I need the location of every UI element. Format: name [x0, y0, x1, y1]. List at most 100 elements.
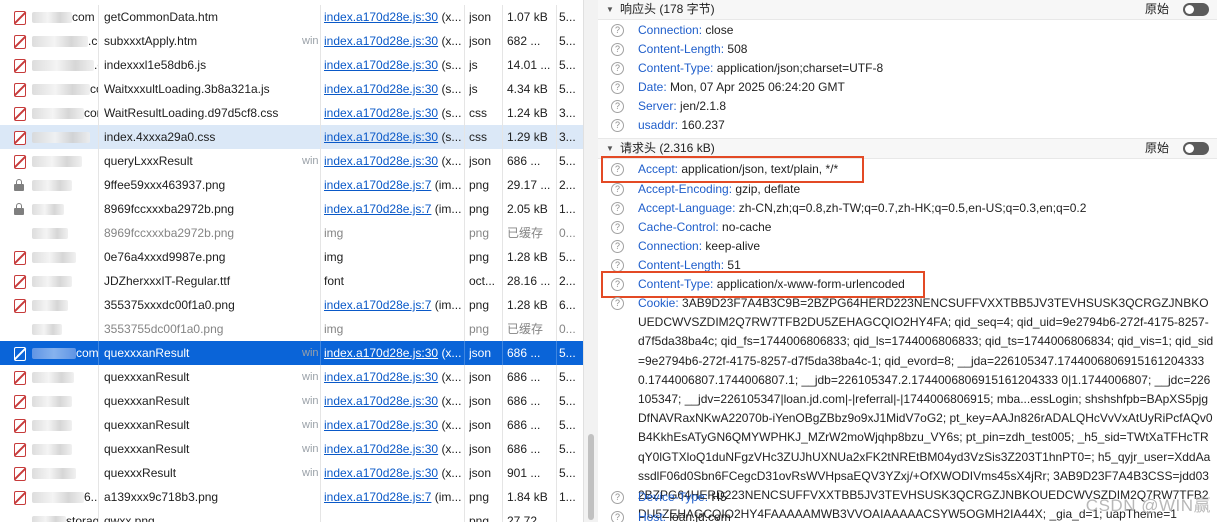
- initiator-link[interactable]: font: [324, 274, 344, 288]
- header-row[interactable]: ? Connection: close: [598, 21, 1217, 40]
- initiator-link[interactable]: index.a170d28e.js:30: [324, 154, 438, 168]
- initiator-link[interactable]: img: [324, 322, 343, 336]
- help-icon[interactable]: ?: [611, 202, 624, 215]
- initiator-link[interactable]: index.a170d28e.js:30: [324, 442, 438, 456]
- initiator-cell[interactable]: index.a170d28e.js:30 (x...: [324, 389, 462, 413]
- help-icon[interactable]: ?: [611, 81, 624, 94]
- initiator-cell[interactable]: index.a170d28e.js:30 (x...: [324, 461, 462, 485]
- request-row[interactable]: .com subxxxtApply.htm wing index.a170d28e.j…: [0, 29, 583, 53]
- response-headers-section[interactable]: ▼ 响应头 (178 字节) 原始: [598, 0, 1217, 20]
- request-list-scrollbar[interactable]: [583, 0, 598, 522]
- request-row[interactable]: com quexxxanResult wing index.a170d28e.js:3…: [0, 341, 583, 365]
- initiator-cell[interactable]: img: [324, 245, 462, 269]
- initiator-link[interactable]: index.a170d28e.js:7: [324, 298, 431, 312]
- header-row[interactable]: ? Connection: keep-alive: [598, 237, 1217, 256]
- domain-cell: com: [32, 101, 98, 125]
- initiator-cell[interactable]: index.a170d28e.js:30 (x...: [324, 365, 462, 389]
- header-row[interactable]: ? Accept-Language: zh-CN,zh;q=0.8,zh-TW;q…: [598, 199, 1217, 218]
- header-row[interactable]: ? usaddr: 160.237: [598, 116, 1217, 135]
- help-icon[interactable]: ?: [611, 240, 624, 253]
- initiator-link[interactable]: index.a170d28e.js:30: [324, 82, 438, 96]
- file-cell: index.4xxxa29a0.css: [104, 130, 216, 144]
- request-row[interactable]: quexxxanResult wing index.a170d28e.js:30 (…: [0, 365, 583, 389]
- initiator-cell[interactable]: index.a170d28e.js:7 (im...: [324, 293, 462, 317]
- collapse-triangle-icon[interactable]: ▼: [606, 0, 614, 19]
- help-icon[interactable]: ?: [611, 43, 624, 56]
- initiator-link[interactable]: index.a170d28e.js:30: [324, 130, 438, 144]
- initiator-link[interactable]: img: [324, 226, 343, 240]
- initiator-link[interactable]: index.a170d28e.js:30: [324, 466, 438, 480]
- request-row[interactable]: quexxxanResult wing index.a170d28e.js:30 (…: [0, 413, 583, 437]
- initiator-link[interactable]: index.a170d28e.js:7: [324, 178, 431, 192]
- request-row[interactable]: 0e76a4xxxd9987e.png img png 1.28 kB 5...: [0, 245, 583, 269]
- initiator-link[interactable]: index.a170d28e.js:30: [324, 58, 438, 72]
- initiator-link[interactable]: index.a170d28e.js:7: [324, 490, 431, 504]
- type-cell: json: [469, 10, 492, 24]
- initiator-link[interactable]: index.a170d28e.js:30: [324, 106, 438, 120]
- request-row[interactable]: quexxxResult wing index.a170d28e.js:30 (x.…: [0, 461, 583, 485]
- initiator-link[interactable]: img: [324, 250, 343, 264]
- initiator-cell[interactable]: index.a170d28e.js:30 (x...: [324, 5, 462, 29]
- header-name: Content-Length:: [638, 42, 725, 56]
- request-row[interactable]: queryLxxxResult wing index.a170d28e.js:30 …: [0, 149, 583, 173]
- header-row[interactable]: ? Server: jen/2.1.8: [598, 97, 1217, 116]
- scrollbar-thumb[interactable]: [588, 434, 594, 520]
- header-row[interactable]: ? Accept-Encoding: gzip, deflate: [598, 180, 1217, 199]
- help-icon[interactable]: ?: [611, 62, 624, 75]
- initiator-cell[interactable]: index.a170d28e.js:30 (s...: [324, 77, 462, 101]
- request-row[interactable]: com WaitxxxultLoading.3b8a321a.js index.a1…: [0, 77, 583, 101]
- initiator-cell[interactable]: img: [324, 317, 462, 341]
- size-cell: 27.72 ...: [507, 514, 551, 522]
- help-icon[interactable]: ?: [611, 491, 624, 504]
- initiator-cell[interactable]: index.a170d28e.js:30 (x...: [324, 437, 462, 461]
- help-icon[interactable]: ?: [611, 297, 624, 310]
- request-row[interactable]: 6... a139xxx9c718b3.png index.a170d28e.js:…: [0, 485, 583, 509]
- request-row[interactable]: 9ffee59xxx463937.png index.a170d28e.js:7 …: [0, 173, 583, 197]
- help-icon[interactable]: ?: [611, 183, 624, 196]
- help-icon[interactable]: ?: [611, 221, 624, 234]
- initiator-cell[interactable]: index.a170d28e.js:30 (s...: [324, 53, 462, 77]
- header-row[interactable]: ? Date: Mon, 07 Apr 2025 06:24:20 GMT: [598, 78, 1217, 97]
- initiator-link[interactable]: index.a170d28e.js:30: [324, 10, 438, 24]
- raw-toggle[interactable]: [1183, 142, 1209, 155]
- request-row[interactable]: .com indexxxl1e58db6.js index.a170d28e.js:…: [0, 53, 583, 77]
- initiator-link[interactable]: index.a170d28e.js:30: [324, 346, 438, 360]
- raw-toggle[interactable]: [1183, 3, 1209, 16]
- request-row[interactable]: 8969fccxxxba2972b.png index.a170d28e.js:7…: [0, 197, 583, 221]
- initiator-link[interactable]: index.a170d28e.js:30: [324, 394, 438, 408]
- header-row[interactable]: ? Content-Length: 508: [598, 40, 1217, 59]
- initiator-cell[interactable]: index.a170d28e.js:30 (s...: [324, 101, 462, 125]
- help-icon[interactable]: ?: [611, 100, 624, 113]
- request-row[interactable]: 355375xxxdc00f1a0.png index.a170d28e.js:7…: [0, 293, 583, 317]
- initiator-cell[interactable]: index.a170d28e.js:7 (im...: [324, 197, 462, 221]
- request-row[interactable]: com getCommonData.htm index.a170d28e.js:30…: [0, 5, 583, 29]
- help-icon[interactable]: ?: [611, 24, 624, 37]
- request-row[interactable]: index.4xxxa29a0.css index.a170d28e.js:30 …: [0, 125, 583, 149]
- request-row[interactable]: 8969fccxxxba2972b.png img png 已缓存 0...: [0, 221, 583, 245]
- header-value: loan.jd.com: [669, 510, 731, 522]
- initiator-cell[interactable]: index.a170d28e.js:30 (x...: [324, 29, 462, 53]
- request-row[interactable]: quexxxanResult wing index.a170d28e.js:30 (…: [0, 437, 583, 461]
- help-icon[interactable]: ?: [611, 511, 624, 522]
- initiator-link[interactable]: index.a170d28e.js:7: [324, 202, 431, 216]
- initiator-cell[interactable]: [324, 509, 462, 522]
- help-icon[interactable]: ?: [611, 119, 624, 132]
- initiator-cell[interactable]: img: [324, 221, 462, 245]
- initiator-cell[interactable]: font: [324, 269, 462, 293]
- initiator-link[interactable]: index.a170d28e.js:30: [324, 370, 438, 384]
- initiator-cell[interactable]: index.a170d28e.js:30 (x...: [324, 413, 462, 437]
- header-row[interactable]: ? Content-Type: application/json;charset=…: [598, 59, 1217, 78]
- initiator-link[interactable]: index.a170d28e.js:30: [324, 34, 438, 48]
- request-row[interactable]: com WaitResultLoading.d97d5cf8.css index.a…: [0, 101, 583, 125]
- request-row[interactable]: quexxxanResult wing index.a170d28e.js:30 (…: [0, 389, 583, 413]
- header-row[interactable]: ? Cache-Control: no-cache: [598, 218, 1217, 237]
- initiator-link[interactable]: index.a170d28e.js:30: [324, 418, 438, 432]
- initiator-cell[interactable]: index.a170d28e.js:30 (x...: [324, 149, 462, 173]
- request-row[interactable]: JDZherxxxIT-Regular.ttf font oct... 28.16 …: [0, 269, 583, 293]
- initiator-cell[interactable]: index.a170d28e.js:7 (im...: [324, 173, 462, 197]
- request-row[interactable]: 3553755dc00f1a0.png img png 已缓存 0...: [0, 317, 583, 341]
- initiator-cell[interactable]: index.a170d28e.js:7 (im...: [324, 485, 462, 509]
- initiator-cell[interactable]: index.a170d28e.js:30 (s...: [324, 125, 462, 149]
- request-row[interactable]: storage.3... qwxx.png png 27.72 ......: [0, 509, 583, 522]
- initiator-cell[interactable]: index.a170d28e.js:30 (x...: [324, 341, 462, 365]
